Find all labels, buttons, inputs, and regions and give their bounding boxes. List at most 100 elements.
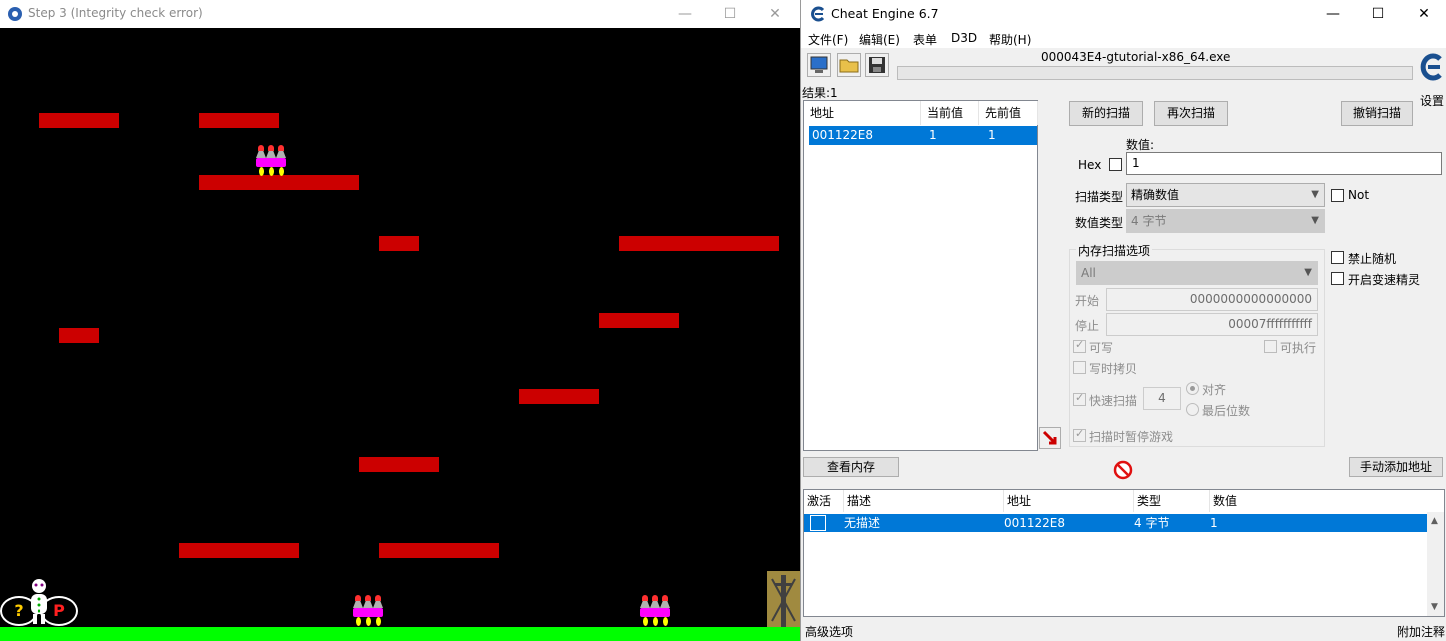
column-current-value[interactable]: 当前值 (921, 101, 979, 125)
writable-checkbox[interactable] (1073, 338, 1086, 353)
fast-scan-label: 快速扫描 (1089, 394, 1138, 408)
menu-file[interactable]: 文件(F) (808, 31, 848, 48)
table-comments-link[interactable]: 附加注释 (1397, 623, 1445, 640)
fast-scan-checkbox[interactable] (1073, 391, 1086, 406)
new-scan-button[interactable]: 新的扫描 (1069, 101, 1143, 126)
column-description[interactable]: 描述 (844, 490, 1004, 512)
platform (59, 328, 99, 343)
address-table[interactable]: 激活 描述 地址 类型 数值 无描述 001122E8 4 字节 1 ▲ ▼ (803, 489, 1445, 617)
scan-progress-bar (897, 66, 1413, 80)
red-arrow-icon (1042, 430, 1057, 445)
menu-help[interactable]: 帮助(H) (989, 31, 1031, 48)
save-file-button[interactable] (865, 53, 889, 77)
stop-label: 停止 (1075, 319, 1100, 333)
pause-game-checkbox[interactable] (1073, 427, 1086, 442)
result-previous-value: 1 (988, 128, 996, 142)
executable-label: 可执行 (1280, 341, 1317, 355)
chevron-down-icon: ▼ (1304, 267, 1312, 278)
scroll-up-icon[interactable]: ▲ (1431, 516, 1438, 526)
next-scan-button[interactable]: 再次扫描 (1154, 101, 1228, 126)
maximize-button[interactable]: ☐ (1355, 0, 1401, 28)
value-label: 数值: (1126, 138, 1155, 152)
executable-checkbox[interactable] (1264, 340, 1277, 353)
menu-edit[interactable]: 编辑(E) (859, 31, 900, 48)
result-current-value: 1 (929, 128, 937, 142)
chevron-down-icon: ▼ (1311, 215, 1319, 226)
memory-region-select[interactable]: All ▼ (1076, 261, 1318, 285)
row-description: 无描述 (844, 516, 881, 530)
minimize-button[interactable]: — (662, 0, 708, 28)
process-name: 000043E4-gtutorial-x86_64.exe (1041, 50, 1231, 64)
active-checkbox[interactable] (810, 515, 826, 531)
game-titlebar[interactable]: Step 3 (Integrity check error) — ☐ ✕ (0, 0, 800, 28)
column-previous-value[interactable]: 先前值 (979, 101, 1038, 125)
row-address: 001122E8 (1004, 516, 1066, 530)
pause-button[interactable]: P (40, 596, 78, 626)
scroll-down-icon[interactable]: ▼ (1431, 602, 1438, 612)
close-button[interactable]: ✕ (1401, 0, 1446, 28)
view-memory-button[interactable]: 查看内存 (803, 457, 899, 477)
column-address[interactable]: 地址 (1004, 490, 1134, 512)
close-button[interactable]: ✕ (752, 0, 798, 28)
enemy-robot (254, 145, 288, 177)
help-button[interactable]: ? (0, 596, 38, 626)
last-digits-label: 最后位数 (1202, 404, 1251, 418)
not-label: Not (1348, 188, 1370, 202)
align-radio[interactable] (1186, 382, 1199, 395)
copy-on-write-checkbox[interactable] (1073, 361, 1086, 374)
no-random-label: 禁止随机 (1348, 252, 1397, 266)
last-digits-radio[interactable] (1186, 403, 1199, 416)
hex-checkbox[interactable] (1109, 158, 1122, 171)
column-value[interactable]: 数值 (1210, 490, 1428, 512)
menu-bar: 文件(F) 编辑(E) 表单 D3D 帮助(H) (801, 28, 1446, 48)
ce-titlebar[interactable]: Cheat Engine 6.7 — ☐ ✕ (801, 0, 1446, 28)
cheat-engine-settings-logo-icon[interactable] (1419, 52, 1445, 82)
menu-d3d[interactable]: D3D (951, 31, 977, 45)
hex-label: Hex (1078, 158, 1102, 172)
open-file-button[interactable] (837, 53, 861, 77)
pause-game-label: 扫描时暂停游戏 (1089, 430, 1174, 444)
start-address-input[interactable]: 0000000000000000 (1106, 288, 1318, 311)
menu-table[interactable]: 表单 (913, 31, 937, 48)
align-label: 对齐 (1202, 383, 1227, 397)
maximize-button[interactable]: ☐ (707, 0, 753, 28)
found-count-label: 结果:1 (802, 86, 838, 100)
not-checkbox[interactable] (1331, 189, 1344, 202)
table-row[interactable]: 无描述 001122E8 4 字节 1 (804, 514, 1428, 532)
fast-scan-alignment-input[interactable]: 4 (1143, 387, 1181, 410)
cheat-engine-window: Cheat Engine 6.7 — ☐ ✕ 文件(F) 编辑(E) 表单 D3… (800, 0, 1446, 641)
value-input[interactable]: 1 (1126, 152, 1442, 175)
platform (199, 113, 279, 128)
vertical-scrollbar[interactable]: ▲ ▼ (1427, 512, 1444, 616)
open-folder-icon (839, 59, 859, 73)
save-icon (869, 57, 885, 73)
enemy-robot (351, 595, 385, 627)
scan-type-value: 精确数值 (1131, 188, 1180, 202)
scan-type-label: 扫描类型 (1075, 190, 1124, 204)
status-bar: 高级选项 附加注释 (801, 620, 1446, 641)
memory-region-value: All (1081, 266, 1096, 280)
no-random-checkbox[interactable] (1331, 251, 1344, 264)
platform (379, 236, 419, 251)
column-address[interactable]: 地址 (804, 101, 921, 125)
undo-scan-button[interactable]: 撤销扫描 (1341, 101, 1413, 126)
scan-results-list[interactable]: 地址 当前值 先前值 001122E8 1 1 (803, 100, 1038, 451)
column-active[interactable]: 激活 (804, 490, 844, 512)
advanced-options-link[interactable]: 高级选项 (805, 623, 853, 640)
column-type[interactable]: 类型 (1134, 490, 1210, 512)
game-canvas[interactable]: ? P (0, 28, 800, 641)
stop-scan-icon[interactable] (1112, 459, 1134, 481)
cheat-engine-logo-icon (810, 6, 826, 22)
add-address-manually-button[interactable]: 手动添加地址 (1349, 457, 1443, 477)
settings-link[interactable]: 设置 (1420, 92, 1444, 109)
select-process-button[interactable] (807, 53, 831, 77)
scan-type-select[interactable]: 精确数值 ▼ (1126, 183, 1325, 207)
stop-address-input[interactable]: 00007fffffffffff (1106, 313, 1318, 336)
value-type-select[interactable]: 4 字节 ▼ (1126, 209, 1325, 233)
platform (519, 389, 599, 404)
minimize-button[interactable]: — (1310, 0, 1356, 28)
result-address: 001122E8 (812, 128, 874, 142)
add-to-list-button[interactable] (1039, 427, 1061, 449)
speedhack-checkbox[interactable] (1331, 272, 1344, 285)
result-row[interactable]: 001122E8 1 1 (809, 126, 1037, 145)
